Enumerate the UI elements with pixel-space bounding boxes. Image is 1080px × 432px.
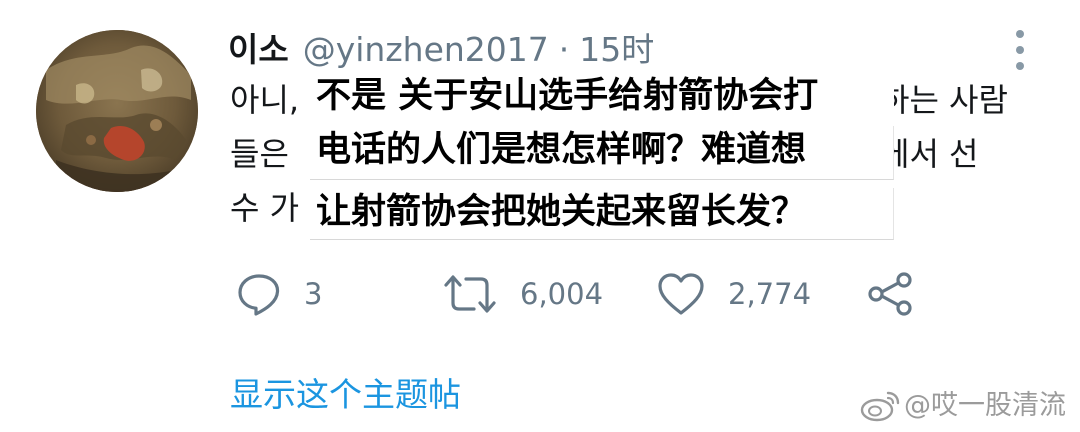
tweet-header: 이소 @yinzhen2017 · 15时	[228, 28, 654, 72]
show-thread-link[interactable]: 显示这个主题帖	[230, 372, 461, 418]
retweet-icon	[444, 275, 496, 313]
retweet-button[interactable]: 6,004	[442, 268, 603, 320]
tweet-text-line1-end: 하는 사람	[880, 81, 1008, 119]
watermark: @哎一股清流	[860, 386, 1066, 426]
heart-icon	[658, 273, 704, 315]
tweet-card: 이소 @yinzhen2017 · 15时 아니, 하는 사람 들은 에서 선 …	[0, 0, 1080, 432]
reply-icon	[238, 274, 280, 316]
avatar[interactable]	[36, 30, 198, 192]
tweet-text-line3-start: 수 가	[230, 189, 300, 227]
more-options-icon[interactable]	[1006, 26, 1034, 74]
like-count: 2,774	[728, 277, 812, 311]
reply-button[interactable]: 3	[236, 268, 322, 320]
display-name[interactable]: 이소	[228, 28, 289, 72]
like-button[interactable]: 2,774	[656, 268, 811, 320]
retweet-count: 6,004	[520, 277, 604, 311]
separator-dot: ·	[558, 30, 570, 69]
share-button[interactable]	[866, 268, 914, 320]
share-icon	[868, 272, 912, 316]
translation-line2: 电话的人们是想怎样啊？难道想	[310, 126, 894, 180]
watermark-text: @哎一股清流	[904, 390, 1066, 421]
reply-count: 3	[304, 277, 323, 311]
tweet-text-line2-end: 에서 선	[880, 135, 979, 173]
weibo-icon	[860, 391, 900, 422]
tweet-text-line2-start: 들은	[230, 135, 289, 173]
tweet-text-line1-start: 아니,	[230, 81, 300, 119]
timestamp[interactable]: 15时	[579, 28, 654, 72]
translation-line3: 让射箭协会把她关起来留长发？	[310, 188, 894, 240]
translation-line1: 不是 关于安山选手给射箭协会打	[310, 72, 894, 122]
avatar-image	[36, 30, 198, 192]
user-handle[interactable]: @yinzhen2017	[303, 28, 549, 72]
